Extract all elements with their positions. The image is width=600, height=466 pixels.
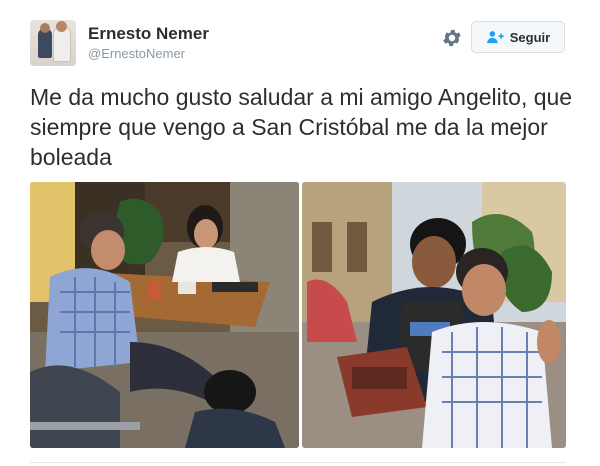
- author-handle[interactable]: @ErnestoNemer: [88, 46, 185, 61]
- follow-label: Seguir: [509, 29, 551, 45]
- avatar-head-left: [40, 23, 50, 33]
- author-name[interactable]: Ernesto Nemer: [88, 24, 209, 44]
- photo-left[interactable]: [30, 182, 299, 448]
- divider: [30, 462, 566, 463]
- photo-right[interactable]: [302, 182, 566, 448]
- avatar-head-right: [56, 21, 67, 32]
- add-user-icon: [486, 31, 504, 44]
- gear-icon[interactable]: [441, 27, 463, 49]
- avatar[interactable]: [30, 20, 76, 66]
- tweet-text: Me da mucho gusto saludar a mi amigo Ang…: [30, 84, 573, 170]
- follow-button[interactable]: Seguir: [471, 21, 565, 53]
